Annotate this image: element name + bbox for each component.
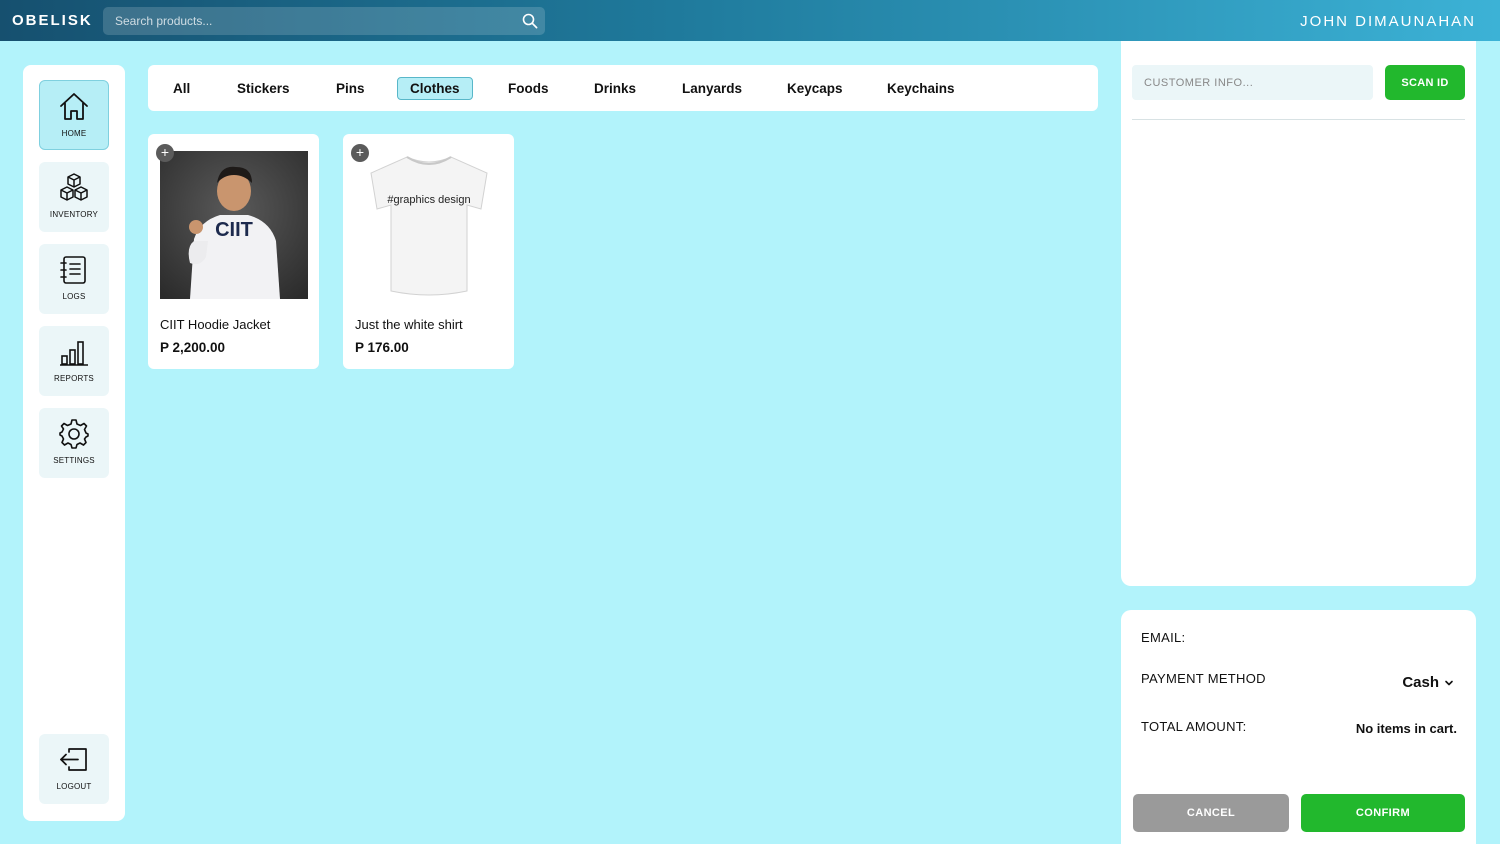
tab-drinks[interactable]: Drinks [581, 77, 649, 100]
tab-foods[interactable]: Foods [495, 77, 562, 100]
tab-keycaps[interactable]: Keycaps [774, 77, 856, 100]
notebook-icon [60, 256, 86, 284]
tab-stickers[interactable]: Stickers [224, 77, 303, 100]
boxes-icon [60, 173, 88, 201]
add-to-cart-button[interactable]: + [351, 144, 369, 162]
sidebar-item-label: HOME [61, 129, 87, 138]
sidebar-item-reports[interactable]: REPORTS [39, 326, 109, 396]
tab-all[interactable]: All [160, 77, 203, 100]
email-label: EMAIL: [1141, 630, 1186, 645]
bar-chart-icon [60, 341, 88, 366]
search-input[interactable] [103, 7, 503, 35]
product-card[interactable]: + #graphics design Just the white shirt … [343, 134, 514, 369]
sidebar-item-settings[interactable]: SETTINGS [39, 408, 109, 478]
tab-clothes[interactable]: Clothes [397, 77, 473, 100]
category-tabs: All Stickers Pins Clothes Foods Drinks L… [148, 65, 1098, 111]
cart-panel: SCAN ID [1121, 41, 1476, 586]
product-card[interactable]: + CIIT CIIT Hoodie Jacket P 2,200.00 [148, 134, 319, 369]
confirm-button[interactable]: CONFIRM [1301, 794, 1465, 832]
sidebar-item-label: SETTINGS [53, 456, 95, 465]
customer-info-input[interactable] [1132, 65, 1373, 100]
logout-label: LOGOUT [56, 782, 92, 791]
product-name: Just the white shirt [355, 317, 463, 332]
product-image: #graphics design [355, 151, 503, 299]
hoodie-print-text: CIIT [215, 219, 253, 241]
divider [1132, 119, 1465, 120]
product-name: CIIT Hoodie Jacket [160, 317, 271, 332]
tab-lanyards[interactable]: Lanyards [669, 77, 755, 100]
chevron-down-icon [1445, 680, 1453, 685]
sidebar-item-logs[interactable]: LOGS [39, 244, 109, 314]
sidebar-item-label: LOGS [62, 292, 86, 301]
payment-method-select[interactable]: Cash [1402, 674, 1454, 691]
sidebar: HOME INVENTORY LOGS REPORTS SETTINGS LOG… [23, 65, 125, 821]
user-name[interactable]: JOHN DIMAUNAHAN [1300, 13, 1476, 30]
search-box [103, 7, 545, 35]
product-price: P 176.00 [355, 340, 409, 355]
home-icon [60, 93, 88, 120]
payment-method-value: Cash [1402, 674, 1439, 691]
search-icon[interactable] [522, 13, 538, 29]
tab-pins[interactable]: Pins [323, 77, 378, 100]
tab-keychains[interactable]: Keychains [874, 77, 968, 100]
sidebar-item-home[interactable]: HOME [39, 80, 109, 150]
shirt-print-text: #graphics design [387, 194, 470, 206]
total-amount-label: TOTAL AMOUNT: [1141, 719, 1247, 734]
brand-logo[interactable]: OBELISK [12, 12, 93, 29]
scan-id-button[interactable]: SCAN ID [1385, 65, 1465, 100]
payment-method-label: PAYMENT METHOD [1141, 671, 1266, 686]
logout-button[interactable]: LOGOUT [39, 734, 109, 804]
total-amount-value: No items in cart. [1355, 721, 1457, 736]
sidebar-item-inventory[interactable]: INVENTORY [39, 162, 109, 232]
sidebar-item-label: INVENTORY [49, 210, 99, 219]
add-to-cart-button[interactable]: + [156, 144, 174, 162]
sidebar-item-label: REPORTS [54, 374, 94, 383]
cancel-button[interactable]: CANCEL [1133, 794, 1289, 832]
top-bar: OBELISK JOHN DIMAUNAHAN [0, 0, 1500, 41]
product-image: CIIT [160, 151, 308, 299]
product-price: P 2,200.00 [160, 340, 226, 355]
logout-icon [60, 748, 87, 771]
gear-icon [59, 419, 89, 449]
checkout-panel: EMAIL: PAYMENT METHOD Cash TOTAL AMOUNT:… [1121, 610, 1476, 844]
